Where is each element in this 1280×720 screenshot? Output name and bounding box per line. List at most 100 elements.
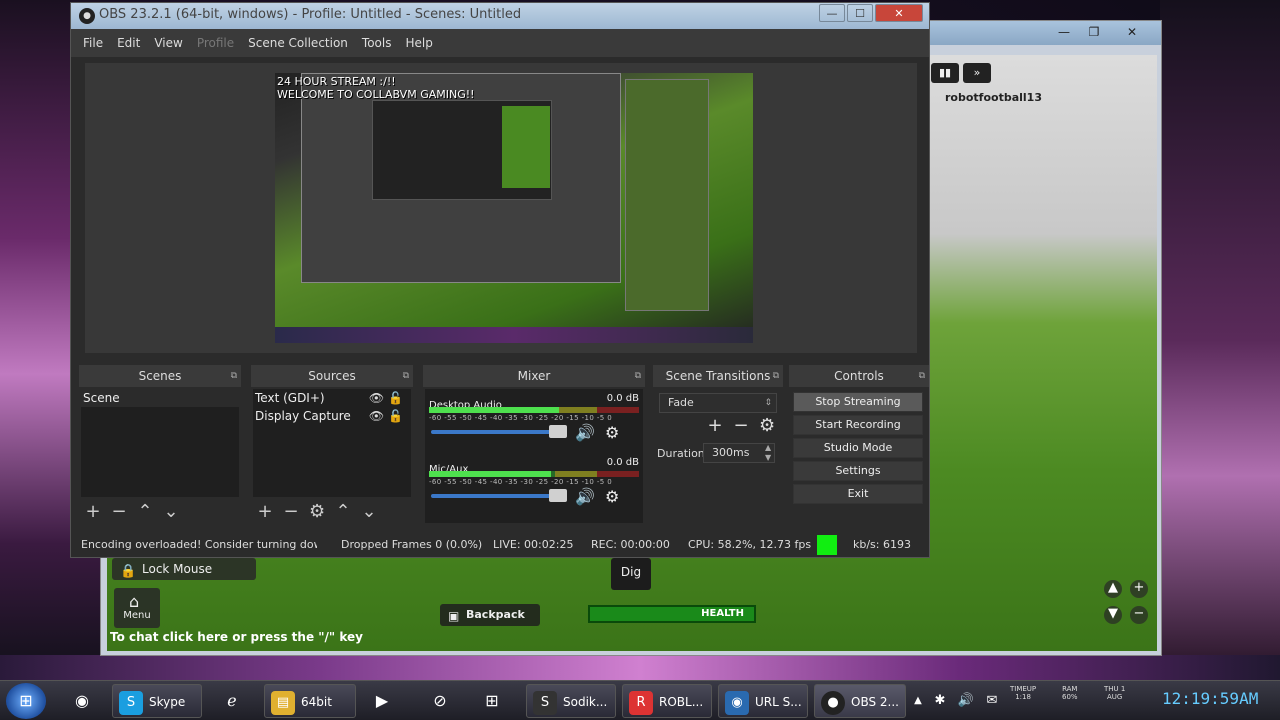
stop-streaming-button[interactable]: Stop Streaming	[793, 392, 923, 412]
notification-icon[interactable]: ✉	[980, 684, 1004, 718]
start-recording-button[interactable]: Start Recording	[793, 415, 923, 435]
undock-icon[interactable]: ⧉	[773, 365, 779, 387]
gear-icon[interactable]: ⚙	[605, 423, 619, 442]
move-down-icon[interactable]: ⌄	[361, 501, 377, 523]
taskbar-skype[interactable]: S Skype	[112, 684, 202, 718]
remove-icon[interactable]: −	[283, 501, 299, 523]
move-up-icon[interactable]: ⌃	[335, 501, 351, 523]
transitions-dock-header[interactable]: Scene Transitions ⧉	[653, 365, 783, 387]
zoom-in-icon[interactable]: +	[1130, 580, 1148, 598]
pause-icon[interactable]: ▮▮	[931, 63, 959, 83]
mixer-dock-header[interactable]: Mixer ⧉	[423, 365, 645, 387]
source-item[interactable]: Text (GDI+) 👁🔓	[253, 389, 411, 407]
mixer-body: Desktop Audio 0.0 dB -60 -55 -50 -45 -40…	[425, 389, 643, 523]
blocked-icon[interactable]: ⊘	[418, 684, 462, 718]
chevron-updown-icon: ⇕	[764, 398, 772, 408]
close-icon[interactable]: ✕	[1119, 23, 1145, 41]
volume-fader[interactable]	[431, 430, 567, 434]
eye-icon[interactable]: 👁	[369, 391, 388, 405]
volume-fader-handle[interactable]	[549, 489, 567, 502]
windows-icon[interactable]: ⊞	[470, 684, 514, 718]
transitions-toolbar: + − ⚙	[707, 415, 775, 436]
taskbar-sodik[interactable]: S Sodik...	[526, 684, 616, 718]
sources-toolbar: + − ⚙ ⌃ ⌄	[257, 501, 377, 523]
dig-button[interactable]: Dig	[611, 558, 651, 590]
studio-mode-button[interactable]: Studio Mode	[793, 438, 923, 458]
scene-item[interactable]: Scene	[81, 389, 239, 407]
obs-titlebar[interactable]: ● OBS 23.2.1 (64-bit, windows) - Profile…	[71, 3, 929, 29]
eye-icon[interactable]: 👁	[369, 409, 388, 423]
start-button[interactable]: ⊞	[6, 683, 46, 719]
controls-dock: Controls ⧉ Stop Streaming Start Recordin…	[789, 365, 929, 525]
undock-icon[interactable]: ⧉	[635, 365, 641, 387]
taskbar-roblox[interactable]: R ROBL...	[622, 684, 712, 718]
exit-button[interactable]: Exit	[793, 484, 923, 504]
move-up-icon[interactable]: ⌃	[137, 501, 153, 523]
scenes-dock-header[interactable]: Scenes ⧉	[79, 365, 241, 387]
chat-hint[interactable]: To chat click here or press the "/" key	[110, 630, 363, 644]
volume-fader-handle[interactable]	[549, 425, 567, 438]
speaker-icon[interactable]: 🔊	[575, 423, 595, 442]
taskbar-64bit-folder[interactable]: ▤ 64bit	[264, 684, 356, 718]
remove-icon[interactable]: −	[111, 501, 127, 523]
fast-forward-icon[interactable]: »	[963, 63, 991, 83]
taskbar-url[interactable]: ◉ URL S...	[718, 684, 808, 718]
move-down-icon[interactable]: ⌄	[163, 501, 179, 523]
menu-edit[interactable]: Edit	[117, 29, 140, 57]
speaker-icon[interactable]: 🔊	[575, 487, 595, 506]
camera-down-icon[interactable]: ▼	[1104, 606, 1122, 624]
add-icon[interactable]: +	[85, 501, 101, 523]
undock-icon[interactable]: ⧉	[919, 365, 925, 387]
menu-tools[interactable]: Tools	[362, 29, 392, 57]
add-icon[interactable]: +	[257, 501, 273, 523]
chrome-icon[interactable]: ◉	[60, 684, 104, 718]
taskbar-obs[interactable]: ● OBS 2...	[814, 684, 906, 718]
add-icon[interactable]: +	[707, 415, 723, 436]
game-menu-button[interactable]: ⌂ Menu	[114, 588, 160, 628]
controls-dock-header[interactable]: Controls ⧉	[789, 365, 929, 387]
camera-up-icon[interactable]: ▲	[1104, 580, 1122, 598]
settings-button[interactable]: Settings	[793, 461, 923, 481]
mixer-channel-desktop-audio: Desktop Audio 0.0 dB -60 -55 -50 -45 -40…	[429, 393, 639, 451]
preview-nested-green	[502, 106, 550, 188]
cpu-fps: CPU: 58.2%, 12.73 fps	[688, 538, 812, 551]
stream-preview[interactable]: 24 HOUR STREAM :/!! WELCOME TO COLLABVM …	[275, 73, 753, 343]
preview-area[interactable]: 24 HOUR STREAM :/!! WELCOME TO COLLABVM …	[85, 63, 917, 353]
menu-view[interactable]: View	[154, 29, 182, 57]
source-item[interactable]: Display Capture 👁🔓	[253, 407, 411, 425]
duration-spinner[interactable]: ▲ ▼	[765, 443, 771, 463]
preview-nested-obs	[301, 73, 621, 283]
obs-window[interactable]: ● OBS 23.2.1 (64-bit, windows) - Profile…	[70, 2, 930, 558]
volume-fader[interactable]	[431, 494, 567, 498]
remove-icon[interactable]: −	[733, 415, 749, 436]
menu-scene-collection[interactable]: Scene Collection	[248, 29, 348, 57]
show-hidden-icons-icon[interactable]: ▲	[908, 684, 928, 718]
close-icon[interactable]: ✕	[875, 4, 923, 22]
tray-day: THU 1	[1104, 685, 1126, 693]
undock-icon[interactable]: ⧉	[231, 365, 237, 387]
backpack-icon: ▣	[448, 609, 460, 623]
media-player-icon[interactable]: ▶	[360, 684, 404, 718]
zoom-out-icon[interactable]: −	[1130, 606, 1148, 624]
menu-help[interactable]: Help	[405, 29, 432, 57]
menu-profile[interactable]: Profile	[197, 29, 234, 57]
lock-icon[interactable]: 🔓	[388, 391, 407, 405]
tray-app-icon[interactable]: ✱	[928, 684, 952, 718]
internet-explorer-icon[interactable]: ℯ	[210, 684, 254, 718]
clock[interactable]: 12:19:59AM	[1162, 689, 1258, 708]
lock-icon[interactable]: 🔓	[388, 409, 407, 423]
volume-icon[interactable]: 🔊	[954, 684, 978, 718]
minimize-icon[interactable]: —	[819, 4, 845, 22]
transition-select[interactable]: Fade ⇕	[659, 393, 777, 413]
menu-file[interactable]: File	[83, 29, 103, 57]
maximize-icon[interactable]: ☐	[847, 4, 873, 22]
backpack-button[interactable]: ▣ Backpack	[440, 604, 540, 626]
gear-icon[interactable]: ⚙	[309, 501, 325, 523]
gear-icon[interactable]: ⚙	[759, 415, 775, 436]
lock-mouse-button[interactable]: 🔒 Lock Mouse	[112, 558, 256, 580]
undock-icon[interactable]: ⧉	[403, 365, 409, 387]
sources-dock-header[interactable]: Sources ⧉	[251, 365, 413, 387]
minimize-icon[interactable]: —	[1051, 23, 1077, 41]
gear-icon[interactable]: ⚙	[605, 487, 619, 506]
restore-icon[interactable]: ❐	[1081, 23, 1107, 41]
